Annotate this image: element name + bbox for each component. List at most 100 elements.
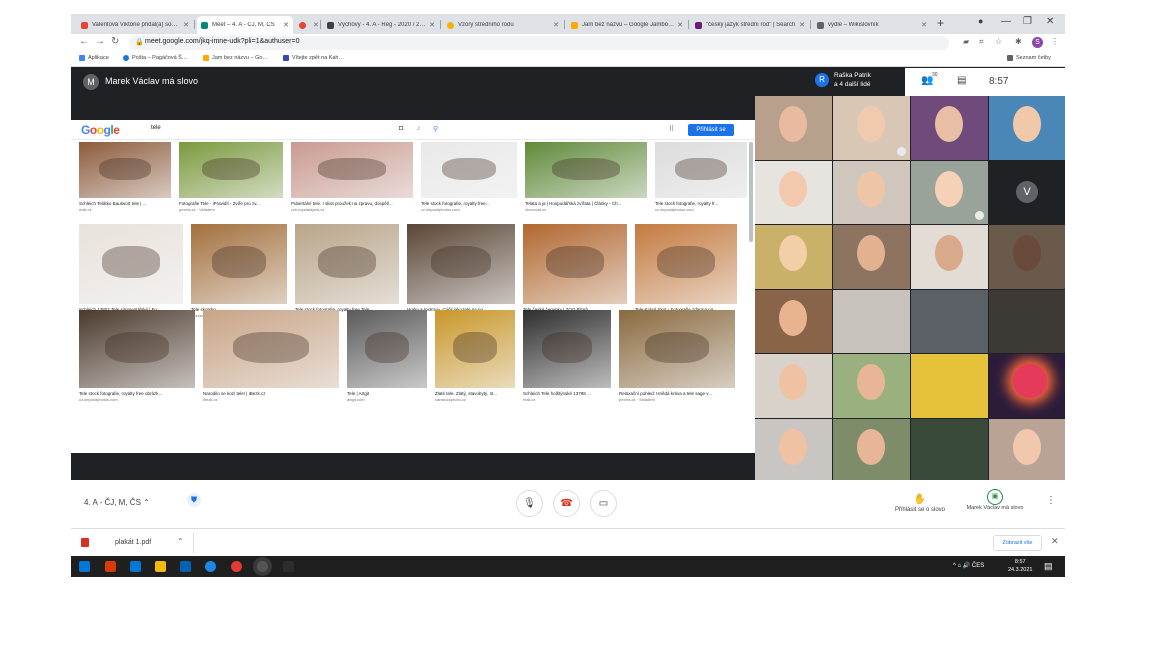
participant-tile[interactable] — [755, 161, 832, 224]
calf-image — [523, 224, 627, 304]
taskbar-clock[interactable]: 8:57 24.3.2021 — [1008, 558, 1032, 574]
edge-icon[interactable] — [205, 561, 216, 572]
raised-hand-notification[interactable]: R Raška Patrik a 4 další lidé — [815, 70, 905, 92]
close-tab-icon[interactable]: ✕ — [283, 21, 289, 29]
image-caption: Relaxační pohled: Hnědá kráva a tele sag… — [619, 391, 712, 396]
reload-icon[interactable]: ↻ — [111, 36, 119, 47]
office-icon[interactable] — [105, 561, 116, 572]
forward-arrow-icon[interactable]: → — [95, 36, 105, 47]
microphone-button[interactable]: 🎙 — [516, 490, 543, 517]
tab-meet[interactable]: Meet – 4. A - ČJ, M, ČS ✕ — [197, 16, 293, 34]
calf-image — [435, 310, 515, 388]
participant-tile[interactable] — [833, 225, 910, 289]
tab-search[interactable]: "český jazyk střední rod" | Search ✕ — [691, 16, 809, 34]
tab-recording[interactable]: ✕ — [295, 16, 319, 34]
calf-image — [407, 224, 515, 304]
show-all-downloads-button[interactable]: Zobrazit vše — [993, 535, 1042, 551]
smiley-icon — [447, 21, 454, 29]
chat-icon[interactable]: ▤ — [957, 75, 966, 86]
search-icon: ⚲ — [433, 126, 439, 133]
kahoot-icon — [283, 55, 289, 61]
participant-tile[interactable] — [989, 96, 1065, 160]
chrome-profile-icon[interactable] — [257, 561, 268, 572]
menu-dots-icon[interactable]: ⋮ — [1051, 37, 1059, 46]
participant-tile[interactable]: V — [989, 161, 1065, 224]
maximize-button[interactable]: ❐ — [1023, 16, 1032, 27]
participant-video — [1013, 364, 1047, 398]
mail-icon[interactable] — [130, 561, 141, 572]
profile-avatar[interactable]: S — [1032, 37, 1043, 48]
participant-tile[interactable] — [755, 419, 832, 480]
back-arrow-icon[interactable]: ← — [79, 36, 89, 47]
participant-tile[interactable] — [911, 354, 988, 418]
image-caption: Telata a ja | Hospodářská zvířata | Člán… — [525, 201, 622, 206]
calf-shape — [317, 157, 387, 181]
close-window-button[interactable]: ✕ — [1046, 16, 1054, 27]
participant-tile[interactable] — [989, 290, 1065, 353]
close-tab-icon[interactable]: ✕ — [921, 21, 927, 29]
minimize-button[interactable]: — — [1001, 16, 1011, 27]
raise-hand-button[interactable]: ✋ Přihlásit se o slovo — [885, 489, 955, 513]
participant-tile[interactable] — [833, 354, 910, 418]
jamboard-icon — [203, 55, 209, 61]
new-tab-button[interactable]: + — [937, 16, 944, 30]
host-controls-shield-icon[interactable]: ⛊ — [187, 493, 201, 507]
participant-tile[interactable] — [911, 290, 988, 353]
camera-button[interactable]: ▭ — [590, 490, 617, 517]
image-source: czk.copdastykia.cz — [291, 207, 325, 212]
bookmark-apps[interactable]: Aplikace — [79, 55, 109, 61]
participant-tile[interactable] — [755, 96, 832, 160]
profile-indicator-icon[interactable]: ● — [978, 16, 983, 26]
photos-icon[interactable] — [180, 561, 191, 572]
tab-wikislovnik[interactable]: vydle – Wikislovník ✕ — [813, 16, 931, 34]
chrome-icon[interactable] — [231, 561, 242, 572]
tab-vychovy[interactable]: Výchovy - 4. A - Řeg - 2020 / 2021 ✕ — [323, 16, 439, 34]
minecraft-icon[interactable] — [283, 561, 294, 572]
participant-tile[interactable] — [833, 96, 910, 160]
grid-icon[interactable]: ⌗ — [979, 37, 984, 47]
presenting-indicator[interactable]: ▣ Marek Václav má slovo — [965, 485, 1025, 512]
participant-tile[interactable] — [911, 225, 988, 289]
participant-tile[interactable] — [989, 225, 1065, 289]
reading-list[interactable]: Seznam četby — [1007, 55, 1051, 61]
windows-start-icon[interactable] — [79, 561, 90, 572]
notification-icon[interactable]: ▤ — [1044, 561, 1053, 572]
participant-tile[interactable] — [911, 96, 988, 160]
calf-shape — [675, 157, 727, 181]
chevron-up-icon[interactable]: ⌃ — [177, 537, 184, 546]
meeting-details-button[interactable]: 4. A - ČJ, M, ČS ⌃ — [84, 498, 150, 507]
participant-tile[interactable] — [833, 290, 910, 353]
file-explorer-icon[interactable] — [155, 561, 166, 572]
participant-tile[interactable] — [833, 419, 910, 480]
address-bar[interactable]: 🔒 meet.google.com/jkq-imne-udk?pli=1&aut… — [129, 36, 949, 50]
participant-video — [935, 235, 963, 271]
participant-tile[interactable] — [989, 354, 1065, 418]
close-tab-icon[interactable]: ✕ — [183, 21, 189, 29]
tab-vzory[interactable]: Vzory středního rodu ✕ — [443, 16, 563, 34]
close-tab-icon[interactable]: ✕ — [799, 21, 805, 29]
bookmark-posta[interactable]: Pošta – Pagáčová Š… — [123, 55, 187, 61]
participant-tile[interactable] — [911, 419, 988, 480]
close-icon[interactable]: ✕ — [1051, 536, 1059, 547]
participant-tile[interactable] — [755, 290, 832, 353]
system-tray[interactable]: ^ ⌂ 🔊 ČES — [953, 562, 984, 569]
tab-jamboard[interactable]: Jam bez názvu – Google Jamboard ✕ — [567, 16, 687, 34]
extensions-icon[interactable]: ✱ — [1015, 37, 1022, 46]
participant-tile[interactable] — [989, 419, 1065, 480]
participant-tile[interactable] — [833, 161, 910, 224]
leave-call-button[interactable]: ☎ — [553, 490, 580, 517]
tab-valentova[interactable]: Valentová Viktorie přidal(a) soubor ✕ — [77, 16, 193, 34]
downloaded-file[interactable]: plakát 1.pdf — [115, 539, 151, 546]
camera-permission-icon[interactable]: ▰ — [963, 37, 969, 46]
close-tab-icon[interactable]: ✕ — [313, 21, 319, 29]
star-icon[interactable]: ☆ — [995, 37, 1002, 46]
participant-tile[interactable] — [911, 161, 988, 224]
more-options-icon[interactable]: ⋮ — [1046, 495, 1056, 506]
close-tab-icon[interactable]: ✕ — [677, 21, 683, 29]
bookmark-jam[interactable]: Jam bez názvu – Go… — [203, 55, 268, 61]
bookmark-kahoot[interactable]: Vítejte zpět na Kah… — [283, 55, 344, 61]
close-tab-icon[interactable]: ✕ — [553, 21, 559, 29]
participant-tile[interactable] — [755, 225, 832, 289]
close-tab-icon[interactable]: ✕ — [429, 21, 435, 29]
participant-tile[interactable] — [755, 354, 832, 418]
